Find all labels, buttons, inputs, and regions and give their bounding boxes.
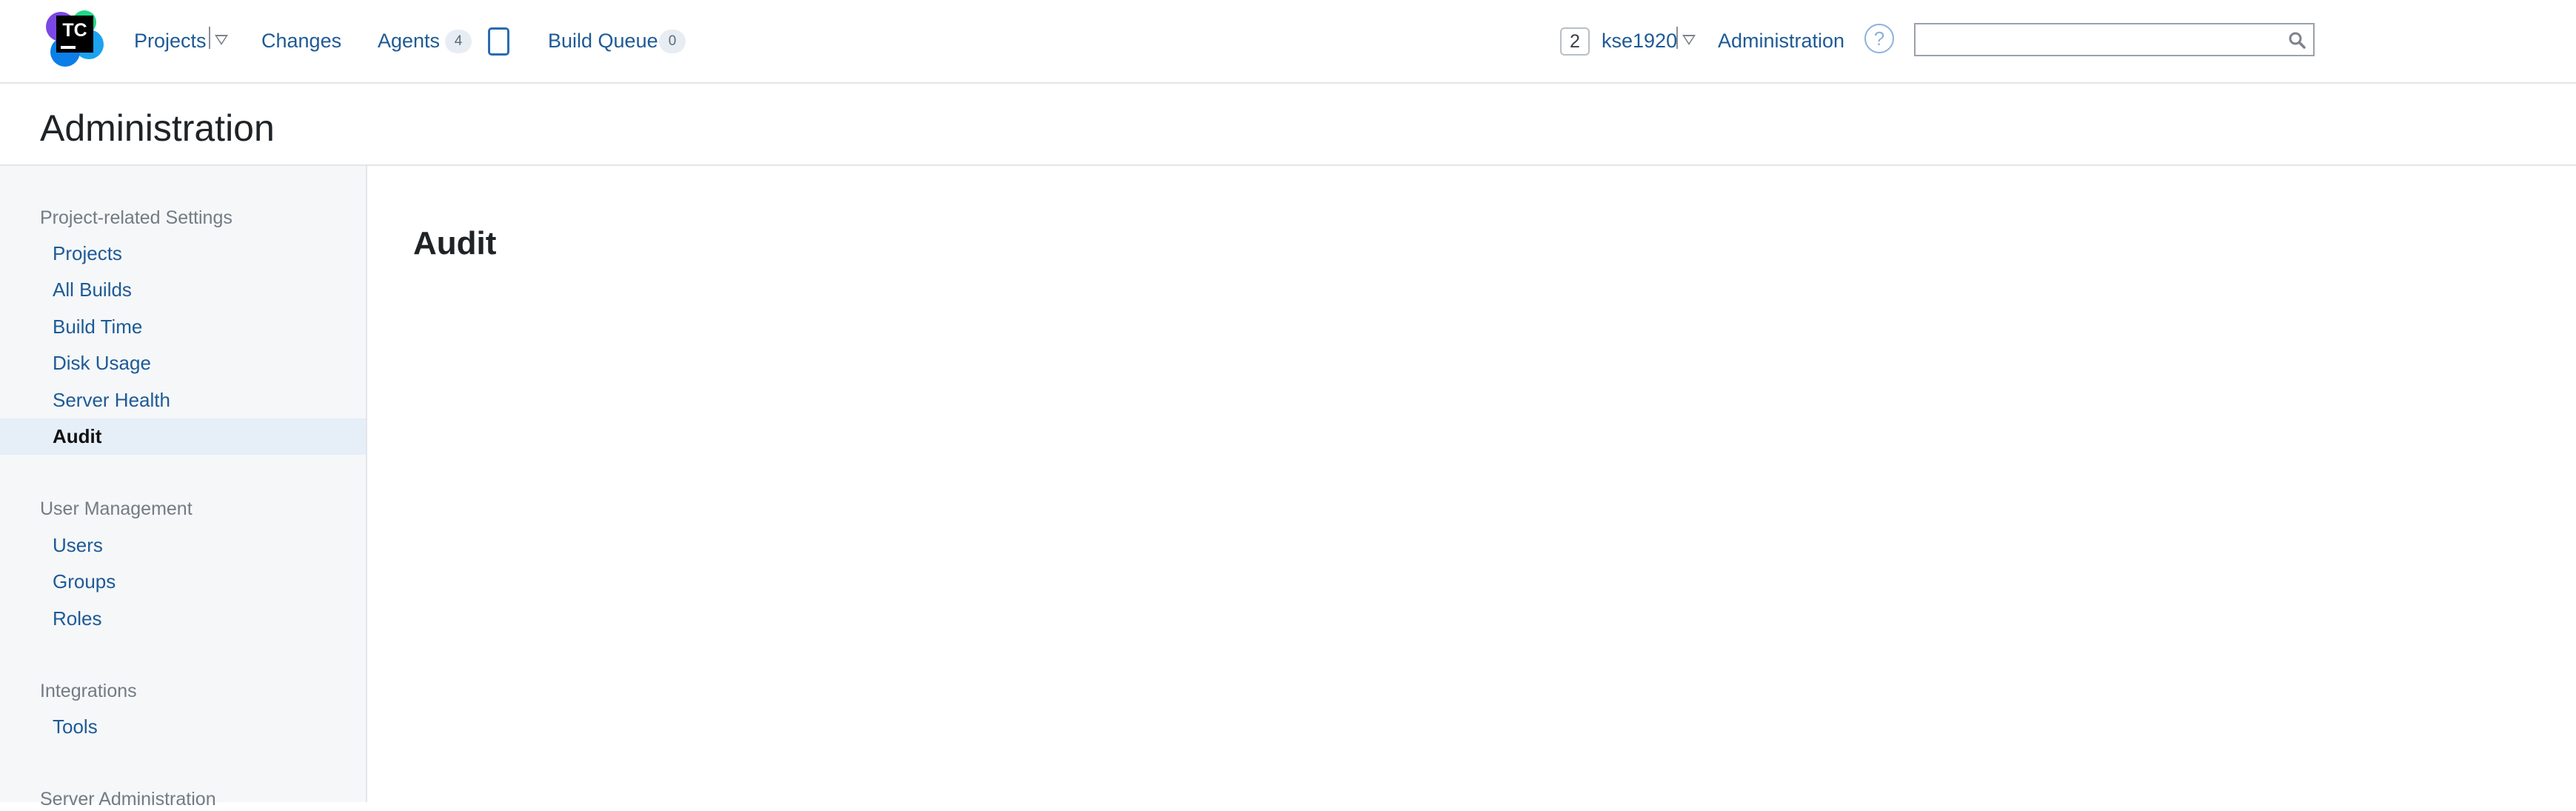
sidebar-section-title: Project-related Settings xyxy=(40,207,232,228)
divider xyxy=(209,27,210,49)
sidebar-item-users[interactable]: Users xyxy=(0,527,366,564)
search-icon[interactable] xyxy=(2288,31,2306,49)
sidebar-section-title: Server Administration xyxy=(40,789,216,810)
sidebar-item-disk-usage[interactable]: Disk Usage xyxy=(0,345,366,381)
page-title: Administration xyxy=(40,107,275,149)
sidebar-item-build-time[interactable]: Build Time xyxy=(0,309,366,345)
sidebar-item-roles[interactable]: Roles xyxy=(0,601,366,637)
chevron-down-icon[interactable] xyxy=(1682,35,1696,45)
sidebar-item-groups[interactable]: Groups xyxy=(0,564,366,600)
sidebar-item-server-health[interactable]: Server Health xyxy=(0,382,366,418)
build-queue-count-badge: 0 xyxy=(659,30,686,53)
page-header: Administration xyxy=(0,84,2576,166)
sidebar-section-title: Integrations xyxy=(40,681,137,701)
agent-icon[interactable] xyxy=(488,27,509,56)
user-menu[interactable]: kse1920 xyxy=(1602,28,1677,53)
search-input[interactable] xyxy=(1914,23,2315,56)
sidebar-item-all-builds[interactable]: All Builds xyxy=(0,272,366,308)
sidebar: Project-related Settings Projects All Bu… xyxy=(0,166,367,810)
sidebar-section-title: User Management xyxy=(40,498,193,519)
top-navigation-bar: TC Projects Changes Agents 4 Build Queue… xyxy=(0,0,2576,84)
nav-agents[interactable]: Agents xyxy=(378,28,440,53)
sidebar-item-projects[interactable]: Projects xyxy=(0,236,366,272)
divider xyxy=(1676,27,1678,49)
sidebar-item-tools[interactable]: Tools xyxy=(0,709,366,745)
teamcity-logo-icon[interactable]: TC xyxy=(43,6,107,70)
help-icon[interactable]: ? xyxy=(1864,24,1894,53)
sidebar-item-audit[interactable]: Audit xyxy=(0,418,366,455)
notification-counter[interactable]: 2 xyxy=(1560,27,1590,56)
chevron-down-icon[interactable] xyxy=(215,35,228,45)
nav-changes[interactable]: Changes xyxy=(261,28,341,53)
content-heading: Audit xyxy=(413,225,497,261)
nav-build-queue[interactable]: Build Queue xyxy=(548,28,658,53)
logo-text: TC xyxy=(62,20,87,41)
nav-administration[interactable]: Administration xyxy=(1718,28,1844,53)
nav-projects[interactable]: Projects xyxy=(134,28,207,53)
agents-count-badge: 4 xyxy=(445,30,472,53)
